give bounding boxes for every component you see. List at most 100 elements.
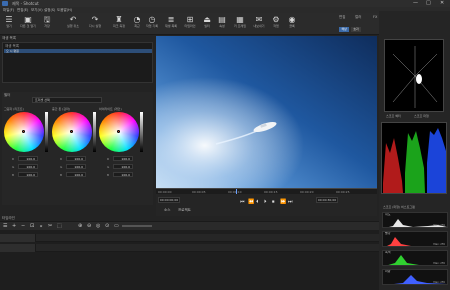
timeline-track[interactable] (0, 244, 379, 252)
properties-icon: ▤ (218, 15, 226, 24)
histogram-blue: 파랑 Max: 255 (382, 269, 448, 285)
overwrite-icon[interactable]: ⌅ (39, 223, 43, 229)
peak-meter-button[interactable]: ♜ 피크 측정 (110, 15, 128, 28)
play-button[interactable]: ⏵ (264, 199, 267, 205)
track-header[interactable] (0, 234, 36, 242)
highlights-b-label: B (107, 173, 110, 177)
midtones-wheel-handle[interactable] (70, 130, 73, 133)
shadows-g-label: G (12, 165, 15, 169)
track-header[interactable] (0, 244, 36, 252)
shadows-value-slider[interactable] (45, 112, 48, 152)
shadows-r-input[interactable]: 100.0 (18, 156, 38, 161)
scope-tab-waveform[interactable]: 스코프 파형 (414, 114, 429, 118)
history-icon: ◷ (148, 15, 156, 24)
midtones-b-input[interactable]: 100.0 (66, 172, 86, 177)
current-timecode[interactable]: 00:00:00;00 (158, 197, 180, 203)
snap-icon[interactable]: ⬚ (57, 223, 62, 229)
clock-button[interactable]: ◉ 클록 (283, 15, 301, 28)
ripple-icon[interactable]: ◎ (96, 223, 100, 229)
close-button[interactable]: ✕ (440, 0, 444, 6)
open-button[interactable]: ☰ 열기 (0, 15, 18, 28)
minimize-button[interactable]: — (413, 0, 418, 6)
timeline-button[interactable]: ⊞ 타임라인 (181, 15, 199, 28)
undo-button[interactable]: ↶ 실행 취소 (64, 15, 82, 28)
add-track-icon[interactable]: + (12, 223, 16, 229)
zoom-in-icon[interactable]: ⊕ (78, 223, 82, 229)
step-back-button[interactable]: ⏴ (256, 199, 259, 205)
timeline-track[interactable] (0, 234, 379, 242)
redo-button[interactable]: ↷ 다시 실행 (86, 15, 104, 28)
video-viewer[interactable] (156, 36, 377, 188)
keyframes-button[interactable]: ▦ 키 프레임 (231, 15, 249, 28)
lift-icon[interactable]: ⊡ (30, 223, 34, 229)
zoom-out-icon[interactable]: ⊖ (87, 223, 91, 229)
highlights-value-slider[interactable] (140, 112, 143, 152)
playlist-row[interactable]: 오 시 평원 (4, 49, 152, 53)
source-tab[interactable]: 소스 (164, 208, 170, 213)
playlist-button[interactable]: ≣ 재생 목록 (162, 15, 180, 28)
transport-controls: 00:00:00;00 ⏮ ⏪ ⏴ ⏵ ⏹ ⏩ ⏭ 00:00:30;00 소스… (156, 194, 377, 216)
scrub-icon[interactable]: ⊙ (105, 223, 109, 229)
skip-end-button[interactable]: ⏭ (288, 199, 293, 205)
rewind-button[interactable]: ⏪ (248, 199, 254, 205)
timeline-zoom-slider[interactable] (122, 225, 152, 227)
skip-start-button[interactable]: ⏮ (240, 199, 245, 205)
timeline-area[interactable] (0, 230, 379, 290)
highlights-wheel-handle[interactable] (117, 130, 120, 133)
layout-effects-button[interactable]: 효과 (351, 27, 361, 32)
stop-button[interactable]: ⏹ (272, 199, 275, 205)
fast-forward-button[interactable]: ⏩ (280, 199, 286, 205)
histogram-red: 빨강 Max: 255 (382, 231, 448, 247)
midtones-r-input[interactable]: 100.0 (66, 156, 86, 161)
midtones-color-wheel[interactable] (52, 112, 92, 152)
layout-tab-fx[interactable]: FX (373, 15, 377, 19)
shadows-wheel-handle[interactable] (22, 130, 25, 133)
histogram-luma: 휘도 Max: 255 (382, 212, 448, 228)
playlist-icon: ≣ (167, 15, 175, 24)
video-frame (156, 36, 377, 188)
filters-panel: 필터 프리셋 선택 그림자 (리프트) 중간 톤 (감마) 하이라이트 (게인)… (2, 92, 153, 205)
midtones-value-slider[interactable] (93, 112, 96, 152)
open-icon: ☰ (5, 15, 13, 24)
highlights-color-wheel[interactable] (99, 112, 139, 152)
histogram-luma-label: 휘도 (385, 212, 391, 216)
layout-color-button[interactable]: 색상 (339, 27, 349, 32)
save-button[interactable]: 🖫 저장 (38, 15, 56, 28)
export-button[interactable]: ✉ 내보내기 (250, 15, 268, 28)
properties-button[interactable]: ▤ 속성 (213, 15, 231, 28)
histogram-red-label: 빨강 (385, 231, 391, 235)
scope-tab-vector[interactable]: 스코프 벡터 (386, 114, 401, 118)
history-button[interactable]: ◷ 작업 기록 (143, 15, 161, 28)
layout-tab-edit[interactable]: 편집 (339, 15, 345, 20)
highlights-g-input[interactable]: 100.0 (113, 164, 133, 169)
open-other-button[interactable]: ▣ 다른 것 열기 (19, 15, 37, 28)
highlights-r-label: R (107, 157, 110, 161)
project-tab[interactable]: 프로젝트 (178, 208, 191, 213)
histogram-green-label: 녹색 (385, 250, 391, 254)
keyframes-icon: ▦ (236, 15, 244, 24)
redo-icon: ↷ (91, 15, 99, 24)
midtones-label: 중간 톤 (감마) (52, 107, 71, 111)
midtones-r-label: R (60, 157, 63, 161)
histogram-blue-label: 파랑 (385, 269, 391, 273)
midtones-g-input[interactable]: 100.0 (66, 164, 86, 169)
remove-track-icon[interactable]: − (21, 223, 25, 229)
shadows-g-input[interactable]: 100.0 (18, 164, 38, 169)
preset-dropdown[interactable]: 프리셋 선택 (32, 97, 102, 103)
shadows-b-label: B (12, 173, 15, 177)
timeline-menu-icon[interactable]: ☰ (3, 223, 7, 229)
vectorscope (384, 39, 444, 112)
layout-tab-color[interactable]: 컬러 (355, 15, 361, 20)
histogram-green-max: Max: 255 (433, 262, 445, 265)
highlights-b-input[interactable]: 100.0 (113, 172, 133, 177)
shadows-b-input[interactable]: 100.0 (18, 172, 38, 177)
export-icon: ✉ (255, 15, 263, 24)
shadows-color-wheel[interactable] (4, 112, 44, 152)
open-other-icon: ▣ (24, 15, 32, 24)
title-bar: 제목 - Shotcut — □ ✕ (0, 0, 450, 7)
split-icon[interactable]: ✂ (48, 223, 52, 229)
undo-icon: ↶ (69, 15, 77, 24)
highlights-r-input[interactable]: 100.0 (113, 156, 133, 161)
maximize-button[interactable]: □ (426, 0, 431, 6)
zoom-fit-icon[interactable]: ▭ (114, 223, 119, 229)
